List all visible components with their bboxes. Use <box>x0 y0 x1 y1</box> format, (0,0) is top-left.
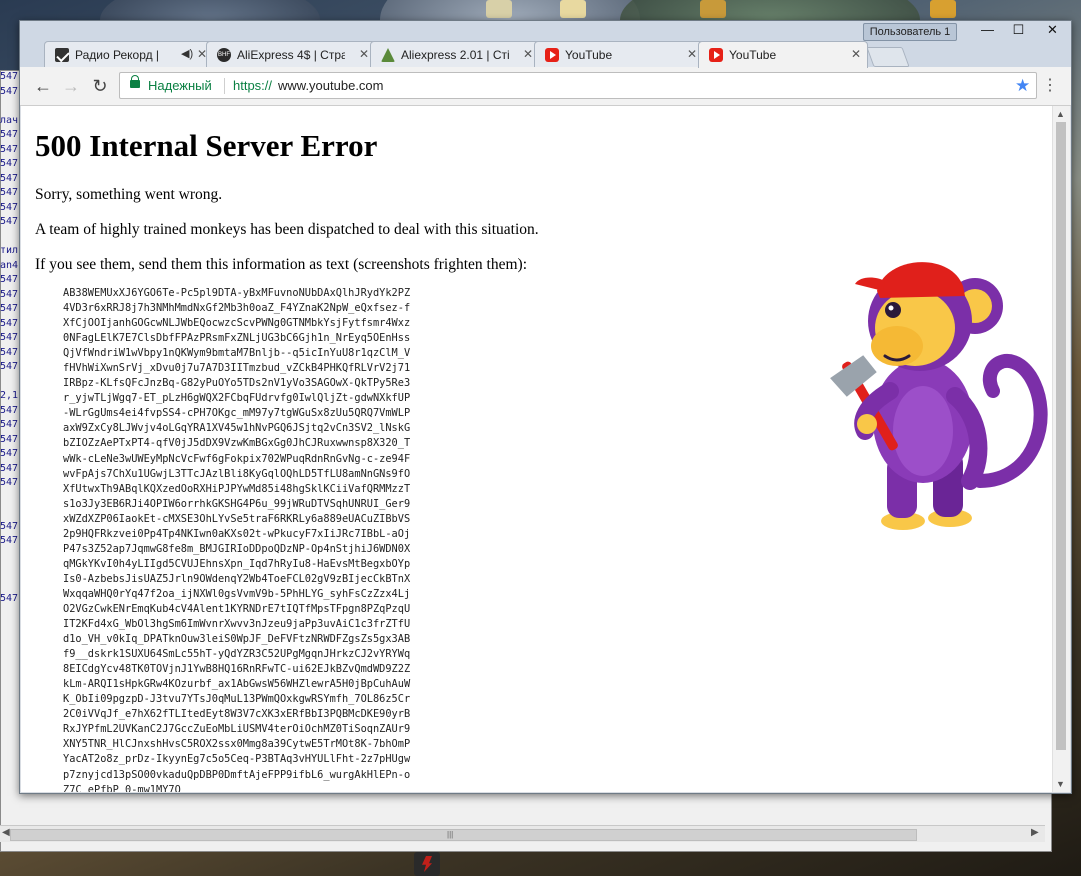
tab-title: AliExpress 4$ | Стра <box>237 48 345 62</box>
back-arrow-icon[interactable]: ← <box>32 75 54 97</box>
background-text-line: 547 <box>0 433 19 445</box>
background-text-line: 547 <box>0 303 19 314</box>
error-message: Sorry, something went wrong. <box>35 186 223 203</box>
close-tab-icon[interactable]: ✕ <box>523 47 533 61</box>
background-text-line: 547 <box>0 143 19 155</box>
scroll-up-icon[interactable]: ▲ <box>1056 109 1065 119</box>
background-text-line: 547 <box>0 332 19 343</box>
desktop-icon[interactable] <box>700 0 726 18</box>
background-text-line: 547 <box>0 201 19 213</box>
background-text-line: 547 <box>0 346 19 358</box>
address-bar[interactable]: Надежный https:// www.youtube.com ★ <box>119 72 1037 99</box>
tab-strip: Радио Рекорд | ◀) ✕ BHF AliExpress 4$ | … <box>30 39 930 68</box>
tab-radio-record[interactable]: Радио Рекорд | ◀) ✕ <box>44 41 214 67</box>
tab-youtube[interactable]: YouTube ✕ <box>534 41 704 67</box>
background-text-line: 2,1 <box>0 390 19 401</box>
tab-youtube-active[interactable]: YouTube ✕ <box>698 41 868 68</box>
background-text-line: 547 <box>0 317 19 329</box>
url-scheme[interactable]: https:// <box>233 78 272 93</box>
background-text-line: 547 <box>0 419 19 430</box>
background-text-line: 547 <box>0 71 19 82</box>
taskbar-app-icon[interactable] <box>414 852 440 876</box>
error-message: If you see them, send them this informat… <box>35 256 528 273</box>
tab-title: YouTube <box>729 48 777 62</box>
youtube-icon <box>709 48 723 62</box>
background-text-line: 547 <box>0 448 19 459</box>
background-text-line: 547 <box>0 404 19 416</box>
desktop-icon[interactable] <box>486 0 512 18</box>
maximize-icon[interactable]: ☐ <box>1003 21 1034 39</box>
background-text-line: 547 <box>0 129 19 140</box>
background-text-line: 547 <box>0 361 19 372</box>
tab-aliexpress[interactable]: BHF AliExpress 4$ | Стра ✕ <box>206 41 376 67</box>
reload-icon[interactable]: ↻ <box>89 75 111 97</box>
scroll-left-icon[interactable]: ◀ <box>2 827 10 838</box>
background-text-line <box>0 549 20 564</box>
grip-icon: ||| <box>447 830 454 839</box>
divider <box>224 78 225 94</box>
page-viewport: 500 Internal Server Error Sorry, somethi… <box>21 106 1052 792</box>
monkey-illustration <box>830 262 1048 530</box>
background-text-line: 547 <box>0 85 19 97</box>
close-tab-icon[interactable]: ✕ <box>359 47 369 61</box>
audio-playing-icon[interactable]: ◀) <box>181 47 193 60</box>
title-bar[interactable]: Пользователь 1 — ☐ ✕ Радио Рекорд | ◀) ✕… <box>20 21 1071 68</box>
desktop-icon[interactable] <box>560 0 586 18</box>
scroll-right-icon[interactable]: ▶ <box>1031 827 1039 838</box>
tab-aliexpress-forum[interactable]: Aliexpress 2.01 | Сті ✕ <box>370 41 540 67</box>
background-text-line: тил <box>0 245 19 256</box>
background-horizontal-scrollbar[interactable]: ◀ ||| ▶ <box>0 825 1045 842</box>
minimize-icon[interactable]: — <box>972 21 1003 39</box>
close-tab-icon[interactable]: ✕ <box>687 47 697 61</box>
background-window-text: 547 547 лач 547 547 547 547 547 547 547 тил an4 547 5… <box>0 70 20 670</box>
background-text-line <box>0 578 20 593</box>
background-text-line <box>0 505 20 520</box>
background-text-line: 547 <box>0 288 19 300</box>
background-text-line: 547 <box>0 187 19 198</box>
radio-record-icon <box>55 48 69 62</box>
background-text-line: 547 <box>0 172 19 184</box>
forward-arrow-icon[interactable]: → <box>60 75 82 97</box>
scroll-down-icon[interactable]: ▼ <box>1056 779 1065 789</box>
scrollbar-thumb[interactable] <box>10 829 917 841</box>
tab-title: Aliexpress 2.01 | Сті <box>401 48 509 62</box>
background-text-line: 547 <box>0 477 19 488</box>
close-tab-icon[interactable]: ✕ <box>851 47 861 61</box>
scrollbar-thumb[interactable] <box>1056 122 1066 750</box>
toolbar: ← → ↻ Надежный https:// www.youtube.com … <box>20 67 1071 106</box>
vertical-scrollbar[interactable]: ▲ ▼ <box>1052 106 1070 792</box>
close-icon[interactable]: ✕ <box>1034 21 1071 39</box>
background-text-line: an4 <box>0 259 19 271</box>
background-text-line <box>0 563 20 578</box>
background-text-line: лач <box>0 114 19 126</box>
background-text-line: 547 <box>0 274 19 285</box>
background-text-line <box>0 99 20 114</box>
aliexpress-forum-icon <box>381 48 395 62</box>
new-tab-button[interactable] <box>866 47 910 67</box>
page-title: 500 Internal Server Error <box>35 128 378 163</box>
aliexpress-icon: BHF <box>217 48 231 62</box>
background-text-line: 547 <box>0 216 19 227</box>
background-text-line <box>0 491 20 506</box>
browser-window: Пользователь 1 — ☐ ✕ Радио Рекорд | ◀) ✕… <box>19 20 1072 794</box>
background-text-line <box>0 375 20 390</box>
url-host[interactable]: www.youtube.com <box>278 78 384 93</box>
background-text-line: 547 <box>0 535 19 546</box>
bookmark-star-icon[interactable]: ★ <box>1015 76 1030 96</box>
background-text-line: 547 <box>0 158 19 169</box>
error-message: A team of highly trained monkeys has bee… <box>35 221 539 238</box>
lock-icon[interactable] <box>130 75 140 88</box>
menu-icon[interactable]: ⋮ <box>1042 76 1058 96</box>
tab-title: Радио Рекорд | <box>75 48 160 62</box>
debug-info-text[interactable]: AB38WEMUxXJ6YGO6Te-Pc5pl9DTA-yBxMFuvnoNU… <box>63 286 410 792</box>
tab-title: YouTube <box>565 48 613 62</box>
background-text-line: 547 <box>0 520 19 532</box>
background-text-line <box>0 230 20 245</box>
background-text-line: 547 <box>0 593 19 604</box>
background-text-line: 547 <box>0 462 19 474</box>
desktop-icon[interactable] <box>930 0 956 18</box>
secure-label[interactable]: Надежный <box>148 78 212 93</box>
youtube-icon <box>545 48 559 62</box>
